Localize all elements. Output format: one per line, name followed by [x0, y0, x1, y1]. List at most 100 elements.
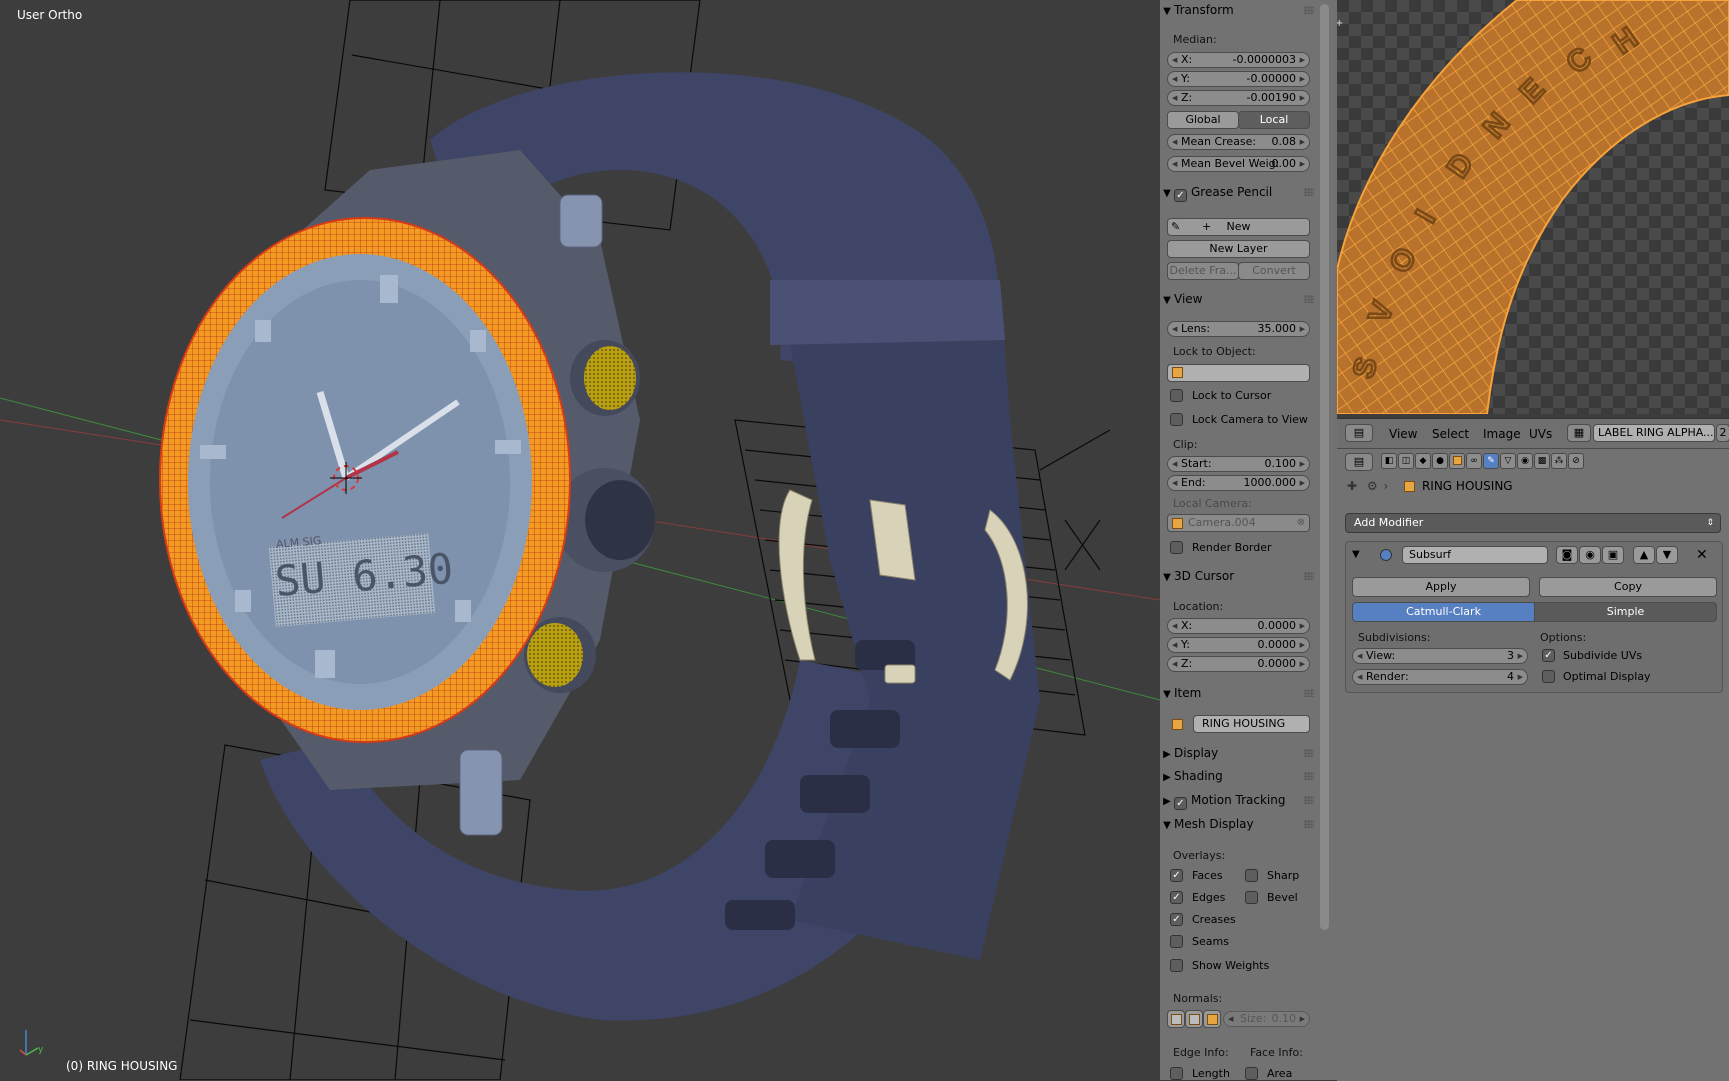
image-users-count[interactable]: 2: [1716, 424, 1729, 442]
move-up-button[interactable]: ▲: [1633, 546, 1655, 564]
drag-handle-icon[interactable]: [1304, 295, 1314, 303]
clip-start-field[interactable]: ◀ Start: 0.100 ▶: [1167, 456, 1310, 472]
drag-handle-icon[interactable]: [1304, 749, 1314, 757]
subdivide-uvs-checkbox[interactable]: ✓: [1542, 649, 1555, 662]
bevel-checkbox[interactable]: [1245, 891, 1258, 904]
props-editor-type-menu[interactable]: ▤: [1345, 453, 1373, 471]
tab-object[interactable]: [1449, 453, 1465, 469]
drag-handle-icon[interactable]: [1304, 6, 1314, 14]
apply-button[interactable]: Apply: [1352, 577, 1530, 597]
cursor-z-field[interactable]: ◀ Z: 0.0000 ▶: [1167, 656, 1310, 672]
tab-scene[interactable]: ◆: [1415, 453, 1431, 469]
motion-tracking-panel-header[interactable]: ▶ ✓ Motion Tracking: [1160, 790, 1318, 812]
pin-icon[interactable]: ✚: [1347, 479, 1357, 493]
add-modifier-dropdown[interactable]: Add Modifier ⇕: [1345, 513, 1721, 533]
grease-new-button[interactable]: ✎ + New: [1167, 218, 1310, 236]
face-normals-button[interactable]: [1203, 1010, 1221, 1028]
split-normals-button[interactable]: [1185, 1010, 1203, 1028]
tab-texture[interactable]: ▩: [1534, 453, 1550, 469]
simple-option[interactable]: Simple: [1534, 602, 1717, 622]
cursor-x-field[interactable]: ◀ X: 0.0000 ▶: [1167, 618, 1310, 634]
median-y-field[interactable]: ◀ Y: -0.00000 ▶: [1167, 71, 1310, 87]
menu-uvs[interactable]: UVs: [1529, 427, 1552, 441]
tab-physics[interactable]: ⊘: [1568, 453, 1584, 469]
tab-particles[interactable]: ⁂: [1551, 453, 1567, 469]
drag-handle-icon[interactable]: [1304, 772, 1314, 780]
image-name-field[interactable]: LABEL RING ALPHA...: [1593, 424, 1715, 442]
motion-tracking-checkbox[interactable]: ✓: [1174, 797, 1187, 810]
drag-handle-icon[interactable]: [1304, 820, 1314, 828]
transform-panel-header[interactable]: ▼ Transform: [1160, 0, 1318, 22]
render-toggle-button[interactable]: ◙: [1556, 546, 1578, 564]
convert-button[interactable]: Convert: [1238, 262, 1310, 280]
copy-button[interactable]: Copy: [1539, 577, 1717, 597]
lock-cursor-checkbox[interactable]: [1170, 389, 1183, 402]
render-levels-field[interactable]: ◀ Render: 4 ▶: [1352, 669, 1528, 685]
median-x-field[interactable]: ◀ X: -0.0000003 ▶: [1167, 52, 1310, 68]
clip-end-field[interactable]: ◀ End: 1000.000 ▶: [1167, 475, 1310, 491]
local-camera-field[interactable]: Camera.004 ⊗: [1167, 514, 1310, 532]
tab-constraints[interactable]: ∞: [1466, 453, 1482, 469]
modifier-name-field[interactable]: Subsurf: [1402, 546, 1548, 564]
drag-handle-icon[interactable]: [1304, 572, 1314, 580]
length-checkbox[interactable]: [1170, 1067, 1183, 1080]
local-toggle[interactable]: Local: [1238, 111, 1310, 129]
creases-checkbox[interactable]: ✓: [1170, 913, 1183, 926]
drag-handle-icon[interactable]: [1304, 188, 1314, 196]
tab-data[interactable]: ▽: [1500, 453, 1516, 469]
view-levels-field[interactable]: ◀ View: 3 ▶: [1352, 648, 1528, 664]
catmull-clark-option[interactable]: Catmull-Clark: [1352, 602, 1535, 622]
tab-material[interactable]: ◉: [1517, 453, 1533, 469]
seams-checkbox[interactable]: [1170, 935, 1183, 948]
faces-checkbox[interactable]: ✓: [1170, 869, 1183, 882]
mean-bevel-field[interactable]: ◀ Mean Bevel Weig: 0.00 ▶: [1167, 156, 1310, 172]
new-layer-button[interactable]: New Layer: [1167, 240, 1310, 258]
lens-field[interactable]: ◀ Lens: 35.000 ▶: [1167, 321, 1310, 337]
show-weights-checkbox[interactable]: [1170, 959, 1183, 972]
menu-view[interactable]: View: [1389, 427, 1417, 441]
shelf-scrollbar[interactable]: [1320, 4, 1329, 930]
editor-type-menu[interactable]: ▤: [1345, 424, 1373, 442]
browse-image-button[interactable]: ▦: [1567, 424, 1591, 442]
median-z-field[interactable]: ◀ Z: -0.00190 ▶: [1167, 90, 1310, 106]
tab-render[interactable]: ◧: [1381, 453, 1397, 469]
mesh-display-panel-header[interactable]: ▼ Mesh Display: [1160, 814, 1318, 836]
move-down-button[interactable]: ▼: [1656, 546, 1678, 564]
mean-crease-field[interactable]: ◀ Mean Crease: 0.08 ▶: [1167, 134, 1310, 150]
menu-image[interactable]: Image: [1483, 427, 1521, 441]
grease-pencil-checkbox[interactable]: ✓: [1174, 189, 1187, 202]
normals-size-field[interactable]: ◀ Size: 0.10 ▶: [1223, 1011, 1310, 1027]
sharp-checkbox[interactable]: [1245, 869, 1258, 882]
drag-handle-icon[interactable]: [1304, 689, 1314, 697]
item-name-field[interactable]: RING HOUSING: [1193, 715, 1310, 733]
menu-select[interactable]: Select: [1432, 427, 1469, 441]
editmode-toggle-button[interactable]: ▣: [1602, 546, 1624, 564]
grease-pencil-panel-header[interactable]: ▼ ✓ Grease Pencil: [1160, 182, 1318, 204]
view-panel-header[interactable]: ▼ View: [1160, 289, 1318, 311]
optimal-display-checkbox[interactable]: [1542, 670, 1555, 683]
tab-world[interactable]: ●: [1432, 453, 1448, 469]
render-border-checkbox[interactable]: [1170, 541, 1183, 554]
panel-expand-plus-icon[interactable]: +: [1337, 18, 1343, 29]
lock-camera-checkbox[interactable]: [1170, 413, 1183, 426]
display-panel-header[interactable]: ▶ Display: [1160, 743, 1318, 765]
tab-render-layers[interactable]: ◫: [1398, 453, 1414, 469]
item-panel-header[interactable]: ▼ Item: [1160, 683, 1318, 705]
cursor-y-field[interactable]: ◀ Y: 0.0000 ▶: [1167, 637, 1310, 653]
edges-checkbox[interactable]: ✓: [1170, 891, 1183, 904]
tab-modifiers[interactable]: ✎: [1483, 453, 1499, 469]
area-checkbox[interactable]: [1245, 1067, 1258, 1080]
clear-x-icon[interactable]: ⊗: [1297, 515, 1305, 531]
collapse-triangle-icon[interactable]: ▼: [1352, 549, 1360, 560]
vertex-normals-button[interactable]: [1167, 1010, 1185, 1028]
global-toggle[interactable]: Global: [1167, 111, 1239, 129]
3d-viewport[interactable]: ALM SIG SU 6.30 User Ortho y (0) RING HO…: [0, 0, 1160, 1080]
shading-panel-header[interactable]: ▶ Shading: [1160, 766, 1318, 788]
viewport-toggle-button[interactable]: ◉: [1579, 546, 1601, 564]
cursor-panel-header[interactable]: ▼ 3D Cursor: [1160, 566, 1318, 588]
lock-object-field[interactable]: [1167, 364, 1310, 382]
remove-modifier-close-icon[interactable]: ✕: [1696, 547, 1708, 563]
uv-image-editor[interactable]: E N D I O V S C H +: [1337, 0, 1729, 414]
delete-frame-button[interactable]: Delete Fra...: [1167, 262, 1239, 280]
drag-handle-icon[interactable]: [1304, 796, 1314, 804]
